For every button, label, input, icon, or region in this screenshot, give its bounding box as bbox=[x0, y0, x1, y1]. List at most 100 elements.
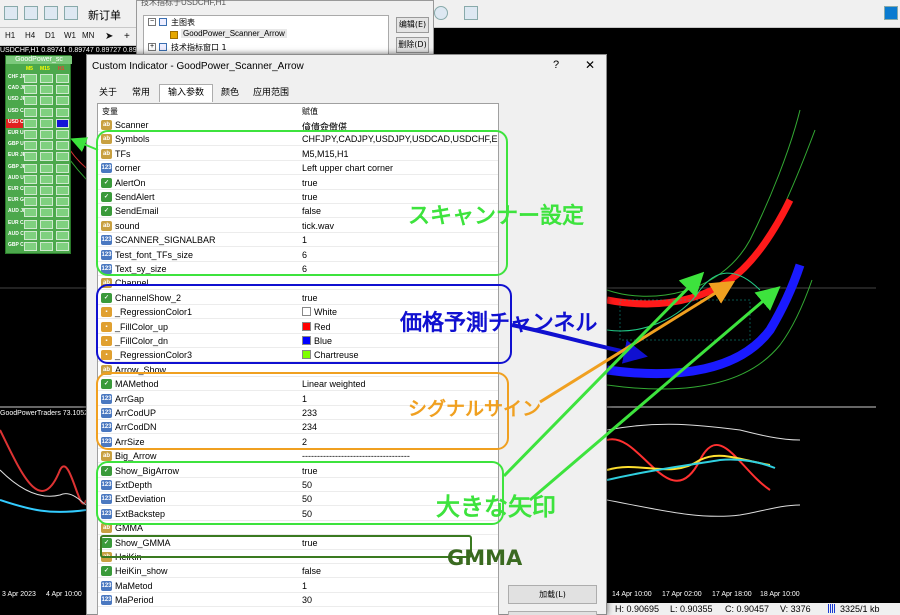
scanner-signal-cell bbox=[24, 174, 37, 184]
scanner-signal-cell bbox=[56, 186, 69, 195]
expand-icon[interactable]: + bbox=[148, 43, 156, 51]
crosshair-tool-icon[interactable]: + bbox=[124, 31, 130, 42]
scanner-signal-cell bbox=[40, 152, 53, 162]
scanner-signal-cell bbox=[24, 118, 37, 128]
scanner-signal-cell bbox=[24, 96, 37, 106]
parameter-name: Scanner bbox=[115, 120, 149, 130]
scanner-col-m5: M5 bbox=[26, 66, 33, 72]
delete-button[interactable]: 删除(D) bbox=[396, 37, 429, 53]
tree-item-subwindow[interactable]: 技术指标窗口 1 bbox=[171, 42, 227, 53]
status-bar: H: 0.90695 L: 0.90355 C: 0.90457 V: 3376… bbox=[600, 603, 900, 615]
tf-button-h4[interactable]: H4 bbox=[25, 31, 35, 40]
close-button[interactable]: ✕ bbox=[585, 58, 595, 72]
scanner-signal-cell bbox=[24, 141, 37, 151]
scanner-signal-cell bbox=[40, 230, 53, 240]
gmma-settings-box bbox=[100, 535, 472, 558]
tree-item-indicator[interactable]: GoodPower_Scanner_Arrow bbox=[181, 29, 287, 38]
tree-item-main-chart[interactable]: 主图表 bbox=[171, 17, 195, 28]
parameter-row[interactable]: 123 MaMetod 1 bbox=[98, 579, 498, 593]
status-high: H: 0.90695 bbox=[615, 604, 660, 614]
axis-label: 3 Apr 2023 bbox=[2, 591, 36, 598]
scanner-signal-cell bbox=[56, 130, 69, 139]
status-bars: 3325/1 kb bbox=[840, 604, 880, 614]
axis-label: 14 Apr 10:00 bbox=[612, 591, 652, 598]
favorites-icon[interactable] bbox=[24, 6, 38, 20]
scanner-signal-cell bbox=[56, 118, 69, 128]
scanner-signal-cell bbox=[56, 74, 69, 83]
subwindow-title: GoodPowerTraders 73.1052 bbox=[0, 410, 89, 417]
scanner-signal-cell bbox=[40, 141, 53, 151]
scanner-title: GoodPower_sc bbox=[6, 56, 72, 64]
parameter-name: MaMetod bbox=[115, 580, 153, 591]
scanner-signal-cell bbox=[24, 242, 37, 251]
parameter-value[interactable]: 1 bbox=[302, 581, 498, 591]
clock-icon[interactable] bbox=[434, 6, 448, 20]
tab-common[interactable]: 常用 bbox=[123, 84, 159, 101]
zoom-icon[interactable] bbox=[64, 6, 78, 20]
parameter-value[interactable]: 30 bbox=[302, 595, 498, 605]
parameter-row[interactable]: ✓ HeiKin_show false bbox=[98, 564, 498, 579]
help-button[interactable]: ? bbox=[553, 59, 559, 71]
scanner-signal-cell bbox=[24, 197, 37, 207]
tf-button-d1[interactable]: D1 bbox=[45, 31, 55, 40]
annotation-price-channel: 価格予測チャンネル bbox=[400, 311, 598, 336]
status-volume: V: 3376 bbox=[780, 604, 811, 614]
screen: 新订单 H1 H4 D1 W1 MN ➤ + USDCHF,H1 0.89741… bbox=[0, 0, 900, 615]
status-close: C: 0.90457 bbox=[725, 604, 770, 614]
parameter-value[interactable]: ------------------------------------ bbox=[302, 451, 498, 461]
scanner-signal-cell bbox=[56, 141, 69, 151]
tf-button-w1[interactable]: W1 bbox=[64, 31, 76, 40]
tab-inputs[interactable]: 输入参数 bbox=[159, 84, 213, 102]
scanner-signal-cell bbox=[24, 208, 37, 218]
scanner-signal-cell bbox=[24, 152, 37, 162]
scanner-signal-cell bbox=[56, 96, 69, 106]
column-header-value: 赋值 bbox=[302, 107, 318, 116]
tab-about[interactable]: 关于 bbox=[93, 84, 123, 101]
save-button[interactable] bbox=[508, 611, 597, 615]
indicators-dialog-title: 技术指标于USDCHF,H1 bbox=[141, 0, 226, 7]
scanner-signal-cell bbox=[40, 130, 53, 139]
axis-label: 17 Apr 02:00 bbox=[662, 591, 702, 598]
collapse-icon[interactable]: − bbox=[148, 18, 156, 26]
scanner-signal-cell bbox=[40, 163, 53, 173]
integer-type-icon: 123 bbox=[101, 580, 112, 591]
tf-button-h1[interactable]: H1 bbox=[5, 31, 15, 40]
annotation-gmma: GMMA bbox=[447, 546, 523, 570]
boolean-type-icon: ✓ bbox=[101, 566, 112, 577]
scanner-signal-cell bbox=[40, 242, 53, 251]
axis-label: 4 Apr 10:00 bbox=[46, 591, 82, 598]
crosshair-icon[interactable] bbox=[4, 6, 18, 20]
string-type-icon: ab bbox=[101, 451, 112, 462]
scanner-signal-cell bbox=[24, 74, 37, 83]
parameter-row[interactable]: 123 MaPeriod 30 bbox=[98, 593, 498, 608]
menu-icon[interactable] bbox=[884, 6, 898, 20]
scanner-signal-cell bbox=[56, 197, 69, 207]
column-header-variable: 变量 bbox=[102, 107, 118, 116]
indicators-list-dialog: 技术指标于USDCHF,H1 − 主图表 GoodPower_Scanner_A… bbox=[136, 0, 434, 58]
chart-title: USDCHF,H1 0.89741 0.89747 0.89727 0.897 bbox=[0, 47, 141, 54]
scanner-panel: GoodPower_sc M5 M15 H1 CHF JPY CAD JPY USD… bbox=[5, 55, 72, 254]
annotation-signal-sign: シグナルサイン bbox=[408, 398, 542, 420]
templates-icon[interactable] bbox=[464, 6, 478, 20]
load-button[interactable]: 加载(L) bbox=[508, 585, 597, 604]
scanner-signal-cell bbox=[40, 118, 53, 128]
scanner-signal-cell bbox=[24, 107, 37, 117]
scanner-signal-cell bbox=[56, 219, 69, 229]
new-order-button[interactable]: 新订单 bbox=[88, 7, 121, 23]
status-low: L: 0.90355 bbox=[670, 604, 713, 614]
window-icon[interactable] bbox=[44, 6, 58, 20]
tab-colors[interactable]: 颜色 bbox=[213, 84, 247, 101]
scanner-signal-cell bbox=[40, 208, 53, 218]
edit-button[interactable]: 编辑(E) bbox=[396, 17, 429, 33]
cursor-icon[interactable]: ➤ bbox=[105, 31, 113, 42]
annotation-big-arrow: 大きな矢印 bbox=[436, 493, 556, 521]
tf-button-mn[interactable]: MN bbox=[82, 31, 94, 40]
integer-type-icon: 123 bbox=[101, 595, 112, 606]
scanner-signal-cell bbox=[56, 85, 69, 95]
tab-visualization[interactable]: 应用范围 bbox=[247, 84, 295, 101]
connection-icon bbox=[828, 604, 836, 613]
parameter-name: HeiKin_show bbox=[115, 566, 168, 577]
scanner-signal-cell bbox=[56, 208, 69, 218]
scanner-signal-cell bbox=[40, 174, 53, 184]
dialog-title: Custom Indicator - GoodPower_Scanner_Arr… bbox=[92, 61, 304, 72]
